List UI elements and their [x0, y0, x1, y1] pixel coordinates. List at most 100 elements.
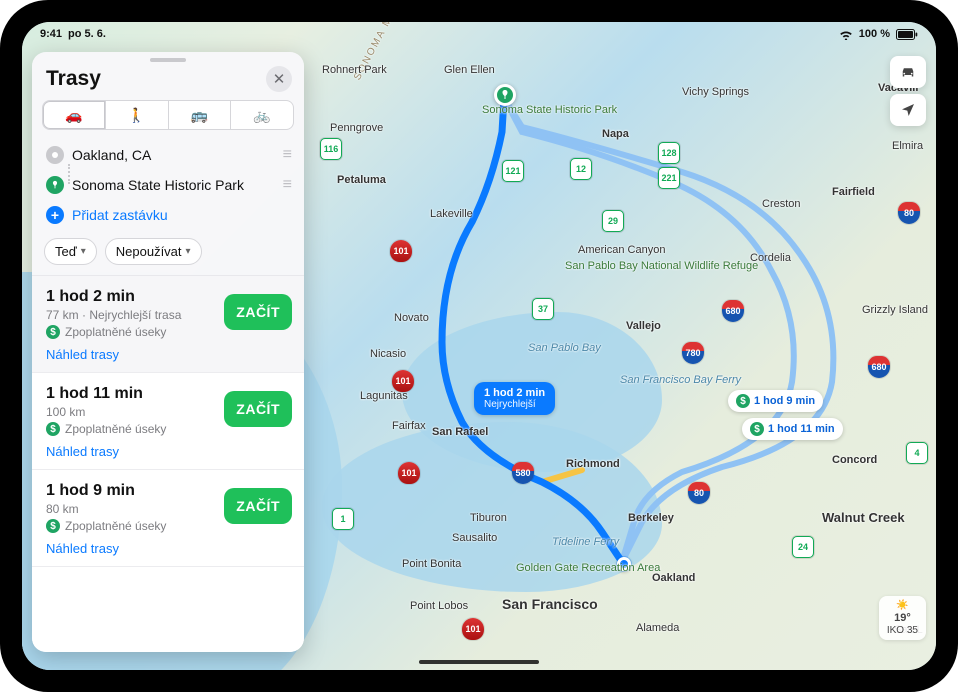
label-petaluma: Petaluma	[337, 174, 386, 186]
label-vallejo: Vallejo	[626, 320, 661, 332]
stop-destination-row[interactable]: Sonoma State Historic Park ≡	[46, 170, 292, 200]
hwy-221: 221	[658, 167, 680, 189]
label-alameda: Alameda	[636, 622, 679, 634]
label-american-canyon: American Canyon	[578, 244, 665, 256]
route-distance: 77 km	[46, 308, 79, 322]
route-options-row: Teď ▾ Nepoužívat ▾	[32, 236, 304, 275]
label-novato: Novato	[394, 312, 429, 324]
route-results-list[interactable]: 1 hod 2 min 77 km · Nejrychlejší trasa $…	[32, 275, 304, 652]
route-badge-alt2-text: 1 hod 11 min	[768, 423, 835, 435]
hwy-1: 1	[332, 508, 354, 530]
car-icon: 🚗	[65, 107, 82, 124]
stops-list: Oakland, CA ≡ Sonoma State Historic Park…	[32, 138, 304, 236]
label-penngrove: Penngrove	[330, 122, 383, 134]
hwy-128: 128	[658, 142, 680, 164]
route-note: Nejrychlejší trasa	[89, 308, 181, 322]
panel-title: Trasy	[46, 67, 101, 91]
mode-transit[interactable]: 🚌	[169, 100, 232, 130]
label-lakeville: Lakeville	[430, 208, 473, 220]
route-toll: Zpoplatněné úseky	[65, 325, 166, 339]
close-icon: ✕	[273, 70, 286, 88]
toll-icon: $	[736, 394, 750, 408]
route-badge-primary[interactable]: 1 hod 2 min Nejrychlejší	[474, 382, 555, 415]
add-stop-row[interactable]: + Přidat zastávku	[46, 200, 292, 230]
route-distance: 80 km	[46, 502, 79, 516]
label-fairfield: Fairfield	[832, 186, 875, 198]
destination-label: Sonoma State Historic Park	[72, 177, 275, 193]
battery-text: 100 %	[859, 28, 890, 40]
go-button[interactable]: ZAČÍT	[224, 391, 292, 427]
sun-icon: ☀️	[896, 600, 908, 611]
hwy-101: 101	[398, 462, 420, 484]
label-san-pablo-refuge: San Pablo Bay National Wildlife Refuge	[565, 260, 660, 272]
weather-aqi: IKO 35	[887, 625, 918, 636]
bike-icon: 🚲	[253, 107, 270, 124]
route-card-0[interactable]: 1 hod 2 min 77 km · Nejrychlejší trasa $…	[32, 276, 304, 373]
route-preview-link[interactable]: Náhled trasy	[46, 444, 290, 459]
device-frame: 9:41 po 5. 6. 100 %	[0, 0, 958, 692]
avoid-pill[interactable]: Nepoužívat ▾	[105, 238, 202, 265]
stop-origin-row[interactable]: Oakland, CA ≡	[46, 140, 292, 170]
label-san-francisco: San Francisco	[502, 596, 598, 612]
hwy-101: 101	[392, 370, 414, 392]
wifi-icon	[839, 29, 853, 40]
battery-icon	[896, 29, 918, 40]
label-golden-gate: Golden Gate Recreation Area	[516, 562, 606, 574]
route-badge-alt-1[interactable]: $ 1 hod 9 min	[728, 390, 823, 412]
label-creston: Creston	[762, 198, 801, 210]
bus-icon: 🚌	[191, 107, 208, 124]
hwy-121: 121	[502, 160, 524, 182]
directions-panel: Trasy ✕ 🚗 🚶 🚌 🚲 Oakland, CA ≡	[32, 52, 304, 652]
label-point-lobos: Point Lobos	[410, 600, 468, 612]
transport-mode-segmented: 🚗 🚶 🚌 🚲	[32, 100, 304, 138]
label-grizzly-island: Grizzly Island	[862, 304, 928, 316]
depart-time-label: Teď	[55, 244, 77, 259]
reorder-handle-icon[interactable]: ≡	[283, 146, 292, 164]
status-bar: 9:41 po 5. 6. 100 %	[22, 22, 936, 44]
label-elmira: Elmira	[892, 140, 923, 152]
label-tideline-ferry: Tideline Ferry	[552, 536, 619, 548]
avoid-label: Nepoužívat	[116, 244, 182, 259]
destination-dot-icon	[46, 176, 64, 194]
hwy-680: 680	[868, 356, 890, 378]
route-toll: Zpoplatněné úseky	[65, 422, 166, 436]
depart-time-pill[interactable]: Teď ▾	[44, 238, 97, 265]
label-sausalito: Sausalito	[452, 532, 497, 544]
destination-pin[interactable]	[494, 84, 516, 106]
go-button[interactable]: ZAČÍT	[224, 488, 292, 524]
mode-cycle[interactable]: 🚲	[231, 100, 294, 130]
route-badge-alt-2[interactable]: $ 1 hod 11 min	[742, 418, 843, 440]
route-preview-link[interactable]: Náhled trasy	[46, 347, 290, 362]
map-mode-button[interactable]	[890, 56, 926, 88]
toll-icon: $	[46, 325, 60, 339]
hwy-4: 4	[906, 442, 928, 464]
mode-drive[interactable]: 🚗	[42, 100, 106, 130]
label-sf-bay-ferry: San Francisco Bay Ferry	[620, 374, 741, 386]
route-toll: Zpoplatněné úseky	[65, 519, 166, 533]
reorder-handle-icon[interactable]: ≡	[283, 176, 292, 194]
map-locate-button[interactable]	[890, 94, 926, 126]
route-card-2[interactable]: 1 hod 9 min 80 km $Zpoplatněné úseky Náh…	[32, 470, 304, 567]
route-preview-link[interactable]: Náhled trasy	[46, 541, 290, 556]
panel-grabber[interactable]	[150, 58, 186, 62]
hwy-29: 29	[602, 210, 624, 232]
hwy-780: 780	[682, 342, 704, 364]
label-glen-ellen: Glen Ellen	[444, 64, 495, 76]
label-point-bonita: Point Bonita	[402, 558, 461, 570]
mode-walk[interactable]: 🚶	[106, 100, 169, 130]
route-card-1[interactable]: 1 hod 11 min 100 km $Zpoplatněné úseky N…	[32, 373, 304, 470]
label-concord: Concord	[832, 454, 877, 466]
label-tiburon: Tiburon	[470, 512, 507, 524]
close-button[interactable]: ✕	[266, 66, 292, 92]
hwy-116: 116	[320, 138, 342, 160]
weather-chip[interactable]: ☀️ 19° IKO 35	[879, 596, 926, 640]
hwy-680: 680	[722, 300, 744, 322]
route-badge-alt1-text: 1 hod 9 min	[754, 395, 815, 407]
label-berkeley: Berkeley	[628, 512, 674, 524]
label-nicasio: Nicasio	[370, 348, 406, 360]
home-indicator[interactable]	[419, 660, 539, 664]
origin-dot-icon	[46, 146, 64, 164]
label-richmond: Richmond	[566, 458, 620, 470]
label-sonoma-state-park: Sonoma State Historic Park	[482, 104, 572, 116]
go-button[interactable]: ZAČÍT	[224, 294, 292, 330]
